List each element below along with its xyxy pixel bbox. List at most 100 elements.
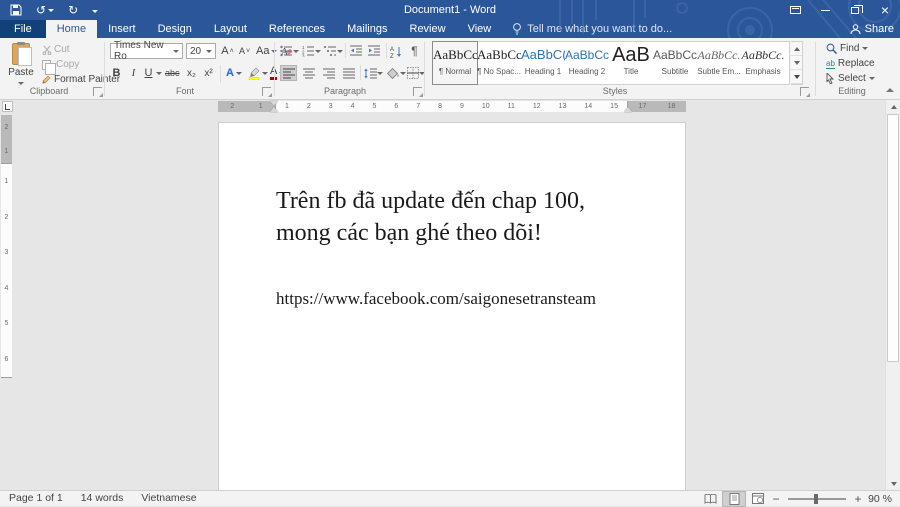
tab-mailings[interactable]: Mailings (336, 20, 398, 38)
undo-button[interactable]: ↺ (36, 0, 54, 20)
shrink-font-caret: ˅ (246, 48, 250, 55)
subscript-button[interactable]: x₂ (185, 65, 198, 81)
style-normal[interactable]: AaBbCcI ¶ Normal (433, 42, 477, 84)
styles-dialog-launcher[interactable] (800, 87, 809, 96)
tab-insert[interactable]: Insert (97, 20, 147, 38)
underline-button[interactable]: U (142, 65, 155, 81)
bold-icon: B (113, 67, 121, 79)
justify-button[interactable] (340, 65, 357, 81)
bullets-dropdown-icon (293, 50, 299, 53)
zoom-slider[interactable] (788, 498, 846, 500)
style-no-spacing[interactable]: AaBbCcI ¶ No Spac... (477, 42, 521, 84)
paragraph-dialog-launcher[interactable] (413, 87, 422, 96)
language-indicator[interactable]: Vietnamese (132, 491, 205, 507)
ribbon-display-options-button[interactable] (780, 0, 810, 20)
zoom-slider-thumb[interactable] (814, 494, 818, 504)
shading-button[interactable] (387, 65, 406, 81)
styles-scroll-down[interactable] (791, 56, 802, 70)
document-link-text[interactable]: https://www.facebook.com/saigonesetranst… (276, 289, 596, 309)
bullets-button[interactable] (280, 43, 299, 59)
tell-me-box[interactable]: Tell me what you want to do... (502, 20, 682, 38)
show-hide-marks-button[interactable]: ¶ (408, 43, 421, 59)
tab-review[interactable]: Review (399, 20, 457, 38)
align-left-button[interactable] (280, 65, 297, 81)
find-button[interactable]: Find (826, 43, 868, 54)
style-title[interactable]: AaB Title (609, 42, 653, 84)
increase-indent-button[interactable] (368, 43, 381, 59)
italic-button[interactable]: I (127, 65, 140, 81)
hanging-indent-marker[interactable] (270, 107, 278, 112)
ruler-right-margin: 1718 (628, 101, 686, 112)
font-size-combo[interactable]: 20 (186, 43, 216, 59)
font-name-combo[interactable]: Times New Ro (110, 43, 183, 59)
bold-button[interactable]: B (110, 65, 123, 81)
style-subtle-emphasis[interactable]: AaBbCc. Subtle Em... (697, 42, 741, 84)
text-effects-button[interactable]: A (226, 65, 242, 81)
document-page[interactable]: Trên fb đã update đến chap 100, mong các… (218, 122, 686, 490)
share-button[interactable]: Share (850, 20, 894, 38)
tab-view[interactable]: View (457, 20, 503, 38)
shrink-font-button[interactable]: A˅ (238, 43, 251, 59)
collapse-ribbon-icon[interactable] (886, 88, 894, 92)
web-layout-button[interactable] (746, 491, 770, 507)
horizontal-ruler[interactable]: 21 123456789101112131415 1718 (218, 101, 686, 112)
scroll-down-icon (794, 61, 800, 65)
scroll-up-button[interactable] (886, 100, 900, 113)
read-mode-button[interactable] (698, 491, 722, 507)
strikethrough-button[interactable]: abc (165, 65, 180, 81)
zoom-out-button[interactable]: − (770, 492, 782, 506)
tab-file[interactable]: File (0, 20, 46, 38)
numbering-button[interactable]: 123 (302, 43, 321, 59)
align-right-button[interactable] (320, 65, 337, 81)
font-dialog-launcher[interactable] (262, 87, 271, 96)
vertical-ruler[interactable]: 21 123456 (1, 115, 13, 378)
font-size-value: 20 (190, 46, 201, 57)
style-heading1[interactable]: AaBbC( Heading 1 (521, 42, 565, 84)
vertical-scrollbar[interactable] (885, 100, 900, 490)
minimize-button[interactable] (810, 0, 840, 20)
underline-dropdown-icon[interactable] (156, 72, 162, 75)
select-button[interactable]: Select (826, 73, 875, 84)
line-spacing-button[interactable] (364, 65, 383, 81)
print-layout-button[interactable] (722, 491, 746, 507)
decrease-indent-button[interactable] (350, 43, 363, 59)
align-center-button[interactable] (300, 65, 317, 81)
multilevel-list-button[interactable] (324, 43, 343, 59)
replace-button[interactable]: ab Replace (826, 58, 875, 69)
tab-layout[interactable]: Layout (203, 20, 258, 38)
style-subtitle[interactable]: AaBbCcE Subtitle (653, 42, 697, 84)
tab-design[interactable]: Design (147, 20, 203, 38)
page-indicator[interactable]: Page 1 of 1 (0, 491, 72, 507)
grow-font-button[interactable]: A˄ (221, 43, 234, 59)
superscript-button[interactable]: x² (202, 65, 215, 81)
tab-references[interactable]: References (258, 20, 336, 38)
style-emphasis[interactable]: AaBbCc. Emphasis (741, 42, 785, 84)
copy-button[interactable]: Copy (40, 57, 81, 72)
word-count[interactable]: 14 words (72, 491, 133, 507)
styles-more-button[interactable] (791, 70, 802, 84)
borders-button[interactable] (407, 65, 425, 81)
first-line-indent-marker[interactable] (270, 101, 278, 106)
right-indent-marker[interactable] (624, 107, 632, 112)
clipboard-dialog-launcher[interactable] (93, 87, 102, 96)
sort-button[interactable]: AZ (390, 43, 403, 59)
scrollbar-thumb[interactable] (887, 114, 899, 362)
tab-selector-button[interactable] (2, 101, 13, 112)
document-paragraph[interactable]: Trên fb đã update đến chap 100, mong các… (276, 185, 612, 249)
zoom-percentage[interactable]: 90 % (864, 493, 900, 505)
highlight-color-button[interactable] (248, 65, 268, 81)
customize-qat-button[interactable] (92, 0, 98, 21)
align-left-icon (283, 68, 295, 79)
save-button[interactable] (10, 4, 22, 16)
scroll-down-button[interactable] (886, 477, 900, 490)
replace-icon: ab (826, 59, 835, 69)
styles-scroll-up[interactable] (791, 42, 802, 56)
zoom-in-button[interactable]: + (852, 492, 864, 506)
style-heading2[interactable]: AaBbCcE Heading 2 (565, 42, 609, 84)
redo-button[interactable]: ↻ (68, 0, 78, 20)
ruler-tick: 5 (372, 103, 376, 110)
close-button[interactable]: × (870, 0, 900, 20)
cut-button[interactable]: Cut (40, 42, 72, 57)
tab-home[interactable]: Home (46, 20, 97, 38)
restore-button[interactable] (840, 0, 870, 20)
